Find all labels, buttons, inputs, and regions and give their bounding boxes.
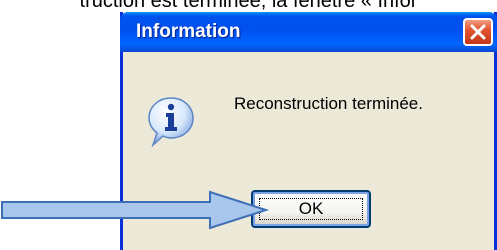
dialog-message: Reconstruction terminée. [234,94,423,113]
dialog-title: Information [136,21,241,42]
info-icon [148,97,194,148]
document-caption-text: truction est terminée, la fenêtre « Info… [79,0,418,12]
close-icon [470,24,486,40]
close-button[interactable] [463,18,493,46]
dialog-titlebar[interactable]: Information [120,12,497,52]
arrow-right-icon [1,190,270,230]
focus-rect [259,198,363,220]
